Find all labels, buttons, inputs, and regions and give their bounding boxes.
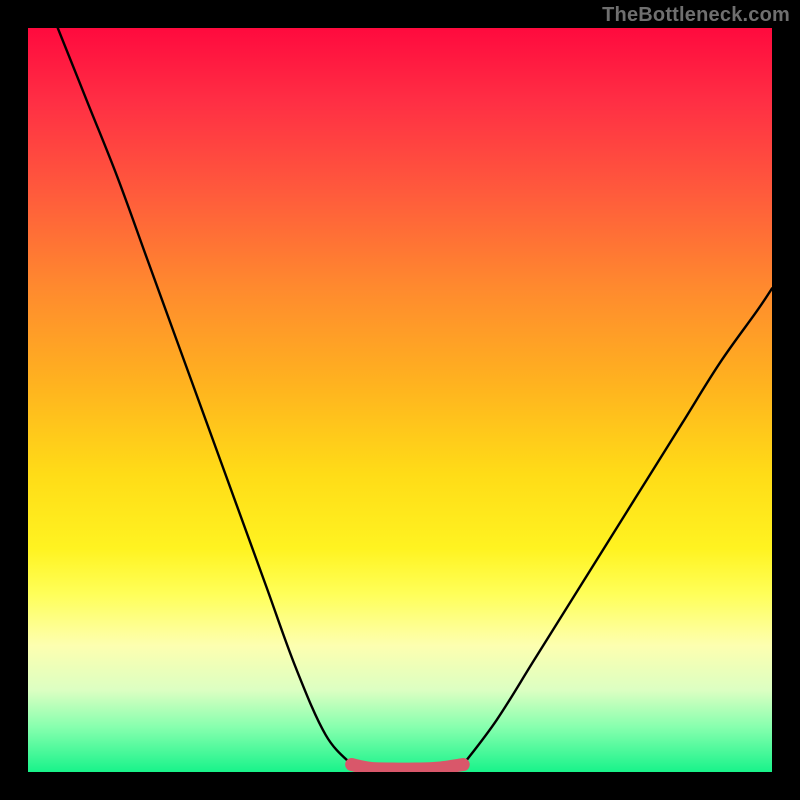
series-curve-left — [58, 28, 352, 765]
plot-area — [28, 28, 772, 772]
chart-frame: TheBottleneck.com — [0, 0, 800, 800]
series-curve-right — [463, 288, 772, 764]
watermark-text: TheBottleneck.com — [602, 4, 790, 27]
series-group — [58, 28, 772, 769]
plot-svg — [28, 28, 772, 772]
series-highlight-band — [352, 765, 464, 770]
